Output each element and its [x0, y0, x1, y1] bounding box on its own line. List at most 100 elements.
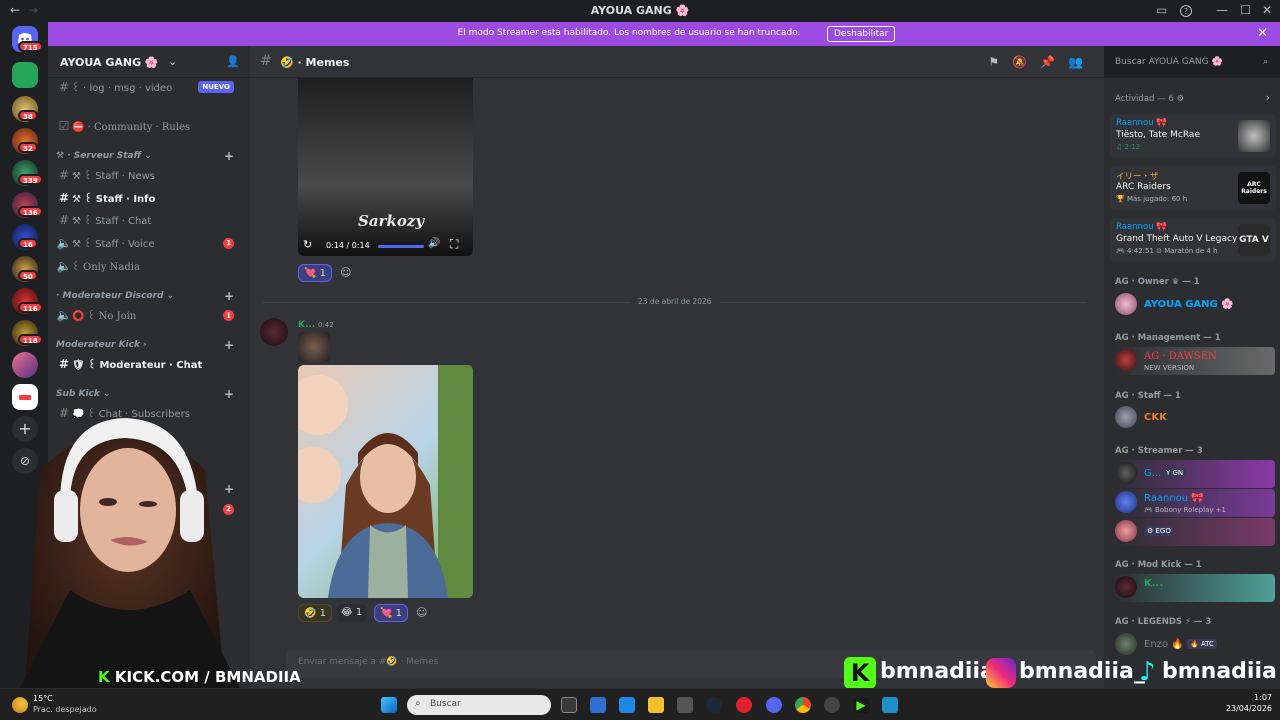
channel-item[interactable]: # ꒰ · log · msg · video NUEVO [56, 77, 244, 97]
video-progress-bar[interactable] [378, 245, 424, 248]
channel-item-only-nadia[interactable]: 🔈꒰ Only Nadia [56, 256, 244, 276]
category-moderateur-discord[interactable]: · Moderateur Discord ⌄ + [56, 289, 244, 303]
store-icon[interactable] [590, 697, 606, 713]
reaction-heart[interactable]: 💘 1 [374, 604, 408, 622]
taskbar-search-placeholder: Buscar [430, 699, 461, 709]
fullscreen-icon[interactable]: ⛶ [450, 237, 458, 252]
task-view-icon[interactable] [561, 697, 577, 713]
channel-item-rules[interactable]: ☑ ⛔ · Community · Rules [56, 116, 244, 136]
clock-date[interactable]: 23/04/2026 [1210, 704, 1272, 713]
taskbar-search[interactable]: ⌕ Buscar [407, 695, 551, 715]
add-reaction-icon[interactable]: ☺ [340, 266, 351, 279]
channel-item-moderateur-chat[interactable]: # 🛡 ꒰ Moderateur · Chat [56, 354, 244, 374]
activity-title: Tiësto, Tate McRae [1116, 130, 1200, 140]
opera-icon[interactable] [736, 697, 752, 713]
pin-icon[interactable]: 📌 [1040, 55, 1068, 69]
member-name: AYOUA GANG 🌸 [1144, 299, 1234, 310]
add-channel-icon[interactable]: + [224, 149, 234, 163]
mail-icon[interactable] [619, 697, 635, 713]
add-channel-icon[interactable]: + [224, 289, 234, 303]
banner-close-icon[interactable]: ✕ [1257, 26, 1268, 41]
channel-item-staff-news[interactable]: # ⚒ ꒰ Staff · News [56, 165, 244, 185]
server-badge: 118 [18, 334, 43, 345]
avatar [1115, 491, 1137, 513]
channel-label: ⚒ ꒰ Staff · Info [72, 194, 156, 205]
chevron-right-icon[interactable]: › [1266, 91, 1270, 104]
add-friend-icon[interactable]: 👤 [226, 55, 240, 68]
member-streamer[interactable]: G... Y GN [1115, 460, 1275, 488]
activity-card[interactable]: Raannou 🎀 Tiësto, Tate McRae ♫ 2:12 [1110, 114, 1276, 158]
steam-icon[interactable] [706, 697, 722, 713]
channel-item-staff-voice[interactable]: 🔈⚒ ꒰ Staff · Voice 1 [56, 233, 244, 253]
sticker-image[interactable] [298, 332, 330, 362]
member-streamer[interactable]: Raannou 🎀 🎮 Bobony Roleplay +1 [1115, 489, 1275, 517]
guild-header[interactable]: AYOUA GANG 🌸 ⌄ 👤 [48, 46, 250, 78]
streamer-webcam-image [20, 418, 240, 688]
server-badge: 136 [18, 206, 43, 217]
channel-item-no-join[interactable]: 🔈⭕ ꒰ No Join 1 [56, 305, 244, 325]
member-tag: Y GN [1163, 468, 1187, 478]
close-window-button[interactable]: ✕ [1262, 3, 1272, 17]
threads-icon[interactable]: ⚑ [988, 55, 1012, 69]
member-mod-kick[interactable]: K... [1115, 574, 1275, 602]
category-moderateur-kick[interactable]: Moderateur Kick › + [56, 338, 244, 352]
activity-sub: 🎮 4:42:51 ⊙ Maratón de 4 h [1116, 247, 1218, 255]
avatar[interactable] [260, 318, 288, 346]
channel-label: ⚒ ꒰ Staff · News [72, 171, 155, 182]
obs-icon[interactable] [824, 697, 840, 713]
member-status: NEW VERSION [1144, 364, 1195, 372]
category-label: Sub Kick ⌄ [56, 389, 111, 399]
add-channel-icon[interactable]: + [224, 387, 234, 401]
search-input[interactable]: Buscar AYOUA GANG 🌸 ⌕ [1108, 52, 1274, 72]
server-icon-green[interactable] [12, 62, 38, 88]
mute-bell-icon[interactable]: 🔕 [1012, 55, 1040, 69]
activity-user: イリー・ザ [1116, 172, 1159, 182]
file-explorer-icon[interactable] [648, 697, 664, 713]
reaction-rofl[interactable]: 🤣 1 [298, 604, 332, 622]
member-management[interactable]: AG · DAWSEN NEW VERSION [1115, 347, 1275, 375]
member-streamer[interactable]: ⚙ EGO [1115, 518, 1275, 546]
avatar [1115, 293, 1137, 315]
role-header-management: AG · Management — 1 [1115, 333, 1221, 343]
activity-card[interactable]: イリー・ザ ARC Raiders 🏆 Más jugado: 60 h ARC… [1110, 166, 1276, 210]
weather-icon[interactable] [12, 697, 28, 713]
maximize-button[interactable]: ☐ [1240, 3, 1251, 17]
photos-icon[interactable] [677, 697, 693, 713]
windows-start-icon[interactable] [381, 697, 397, 713]
kick-app-icon[interactable]: ▶ [853, 697, 869, 713]
inbox-icon[interactable]: ▭ [1156, 3, 1167, 17]
channel-item-staff-chat[interactable]: # ⚒ ꒰ Staff · Chat [56, 210, 244, 230]
reaction-heart[interactable]: 💘 1 [298, 264, 332, 282]
member-staff[interactable]: CKK [1115, 404, 1275, 432]
activity-card[interactable]: Raannou 🎀 Grand Theft Auto V Legacy 🎮 4:… [1110, 218, 1276, 262]
chrome-icon[interactable] [795, 697, 811, 713]
discord-taskbar-icon[interactable] [766, 697, 782, 713]
member-owner[interactable]: AYOUA GANG 🌸 [1115, 291, 1275, 319]
message-author[interactable]: K... [298, 320, 315, 330]
role-header-mod-kick: AG · Mod Kick — 1 [1115, 560, 1202, 570]
video-attachment[interactable]: Sarkozy ↻ 0:14 / 0:14 🔊 ⛶ [298, 78, 473, 256]
server-badge: 32 [18, 142, 38, 153]
avatar [1115, 462, 1137, 484]
add-channel-icon[interactable]: + [224, 338, 234, 352]
volume-icon[interactable]: 🔊 [428, 238, 440, 249]
kick-logo-icon: K [98, 668, 110, 686]
clock-time[interactable]: 1:07 [1210, 693, 1272, 702]
avatar [1115, 633, 1137, 655]
image-attachment[interactable] [298, 365, 473, 598]
add-reaction-icon[interactable]: ☺ [416, 606, 427, 619]
avatar [1115, 406, 1137, 428]
category-sub-kick[interactable]: Sub Kick ⌄ + [56, 387, 244, 401]
server-icon-active[interactable] [12, 352, 38, 378]
category-serveur-staff[interactable]: ⚒ · Serveur Staff ⌄ + [56, 149, 244, 163]
channel-item-staff-info[interactable]: # ⚒ ꒰ Staff · Info [56, 188, 244, 208]
help-icon[interactable]: ? [1180, 5, 1192, 17]
app-icon[interactable] [882, 697, 898, 713]
reaction-joy[interactable]: 😂 1 [336, 604, 368, 622]
disable-streamer-button[interactable]: Deshabilitar [827, 26, 896, 42]
minimize-button[interactable]: — [1216, 3, 1228, 17]
replay-icon[interactable]: ↻ [303, 238, 312, 251]
members-icon[interactable]: 👥 [1068, 55, 1096, 69]
speaker-icon: 🔈 [56, 236, 72, 250]
video-caption: Sarkozy [358, 212, 425, 230]
